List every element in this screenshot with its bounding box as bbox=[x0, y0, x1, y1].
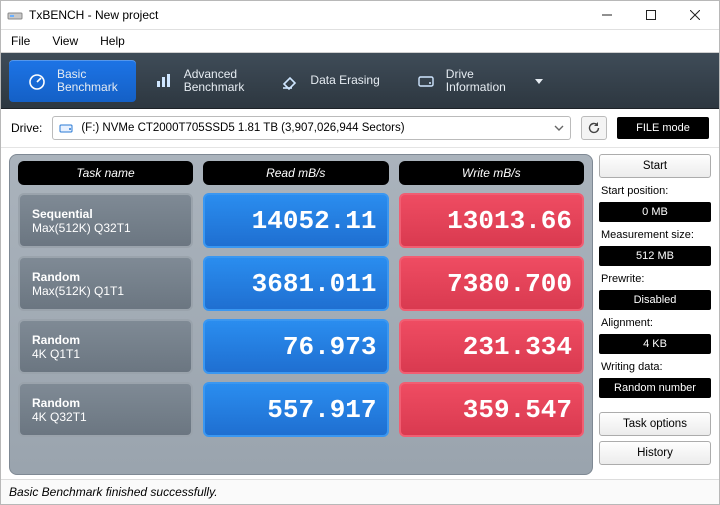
task-cell[interactable]: Random 4K Q32T1 bbox=[18, 382, 193, 437]
tab-drive-information[interactable]: DriveInformation bbox=[398, 60, 524, 102]
read-value: 557.917 bbox=[203, 382, 389, 437]
status-text: Basic Benchmark finished successfully. bbox=[9, 485, 218, 499]
read-value: 14052.11 bbox=[203, 193, 389, 248]
main-panel: Task name Read mB/s Write mB/s Sequentia… bbox=[1, 148, 597, 479]
tab-advanced-benchmark[interactable]: AdvancedBenchmark bbox=[136, 60, 263, 102]
benchmark-table: Task name Read mB/s Write mB/s Sequentia… bbox=[9, 154, 593, 475]
drive-bar: Drive: (F:) NVMe CT2000T705SSD5 1.81 TB … bbox=[1, 109, 719, 148]
window-title: TxBENCH - New project bbox=[29, 8, 585, 22]
col-read: Read mB/s bbox=[203, 161, 389, 185]
menu-help[interactable]: Help bbox=[96, 32, 129, 50]
table-row: Random Max(512K) Q1T1 3681.011 7380.700 bbox=[18, 256, 584, 311]
app-icon bbox=[7, 7, 23, 23]
table-header: Task name Read mB/s Write mB/s bbox=[18, 161, 584, 185]
read-value: 3681.011 bbox=[203, 256, 389, 311]
task-cell[interactable]: Sequential Max(512K) Q32T1 bbox=[18, 193, 193, 248]
toolbar: BasicBenchmark AdvancedBenchmark Data Er… bbox=[1, 53, 719, 109]
history-button[interactable]: History bbox=[599, 441, 711, 465]
app-window: TxBENCH - New project File View Help Bas… bbox=[0, 0, 720, 505]
tab-label: Drive bbox=[446, 67, 474, 81]
write-value: 231.334 bbox=[399, 319, 585, 374]
start-position-label: Start position: bbox=[599, 183, 711, 197]
tab-label: Benchmark bbox=[57, 80, 118, 94]
table-row: Random 4K Q32T1 557.917 359.547 bbox=[18, 382, 584, 437]
refresh-icon bbox=[587, 121, 601, 135]
reload-button[interactable] bbox=[581, 116, 607, 140]
tab-label: Advanced bbox=[184, 67, 237, 81]
menubar: File View Help bbox=[1, 30, 719, 53]
writing-data-value[interactable]: Random number bbox=[599, 378, 711, 398]
file-mode-button[interactable]: FILE mode bbox=[617, 117, 709, 139]
status-bar: Basic Benchmark finished successfully. bbox=[1, 479, 719, 504]
side-panel: Start Start position: 0 MB Measurement s… bbox=[597, 148, 719, 479]
erase-icon bbox=[280, 71, 300, 91]
measurement-size-label: Measurement size: bbox=[599, 227, 711, 241]
read-value: 76.973 bbox=[203, 319, 389, 374]
minimize-button[interactable] bbox=[585, 1, 629, 29]
tab-label: Basic bbox=[57, 67, 86, 81]
gauge-icon bbox=[27, 71, 47, 91]
drive-label: Drive: bbox=[11, 121, 42, 135]
tab-basic-benchmark[interactable]: BasicBenchmark bbox=[9, 60, 136, 102]
drive-icon bbox=[416, 71, 436, 91]
alignment-label: Alignment: bbox=[599, 315, 711, 329]
tab-label: Data Erasing bbox=[310, 74, 379, 87]
writing-data-label: Writing data: bbox=[599, 359, 711, 373]
chevron-down-icon bbox=[533, 75, 545, 87]
measurement-size-value[interactable]: 512 MB bbox=[599, 246, 711, 266]
content-area: Task name Read mB/s Write mB/s Sequentia… bbox=[1, 148, 719, 479]
drive-select[interactable]: (F:) NVMe CT2000T705SSD5 1.81 TB (3,907,… bbox=[52, 116, 571, 140]
task-options-button[interactable]: Task options bbox=[599, 412, 711, 436]
task-cell[interactable]: Random 4K Q1T1 bbox=[18, 319, 193, 374]
drive-value: (F:) NVMe CT2000T705SSD5 1.81 TB (3,907,… bbox=[81, 122, 548, 134]
prewrite-label: Prewrite: bbox=[599, 271, 711, 285]
bars-icon bbox=[154, 71, 174, 91]
toolbar-dropdown[interactable] bbox=[524, 75, 554, 87]
chevron-down-icon bbox=[554, 123, 564, 133]
close-button[interactable] bbox=[673, 1, 717, 29]
tab-label: Benchmark bbox=[184, 80, 245, 94]
table-row: Sequential Max(512K) Q32T1 14052.11 1301… bbox=[18, 193, 584, 248]
tab-label: Information bbox=[446, 80, 506, 94]
write-value: 13013.66 bbox=[399, 193, 585, 248]
write-value: 359.547 bbox=[399, 382, 585, 437]
table-row: Random 4K Q1T1 76.973 231.334 bbox=[18, 319, 584, 374]
maximize-button[interactable] bbox=[629, 1, 673, 29]
task-cell[interactable]: Random Max(512K) Q1T1 bbox=[18, 256, 193, 311]
menu-view[interactable]: View bbox=[48, 32, 82, 50]
tab-data-erasing[interactable]: Data Erasing bbox=[262, 60, 397, 102]
start-position-value[interactable]: 0 MB bbox=[599, 202, 711, 222]
window-controls bbox=[585, 1, 717, 29]
col-task: Task name bbox=[18, 161, 193, 185]
prewrite-value[interactable]: Disabled bbox=[599, 290, 711, 310]
alignment-value[interactable]: 4 KB bbox=[599, 334, 711, 354]
menu-file[interactable]: File bbox=[7, 32, 34, 50]
drive-icon bbox=[59, 120, 75, 136]
titlebar: TxBENCH - New project bbox=[1, 1, 719, 30]
start-button[interactable]: Start bbox=[599, 154, 711, 178]
col-write: Write mB/s bbox=[399, 161, 585, 185]
write-value: 7380.700 bbox=[399, 256, 585, 311]
